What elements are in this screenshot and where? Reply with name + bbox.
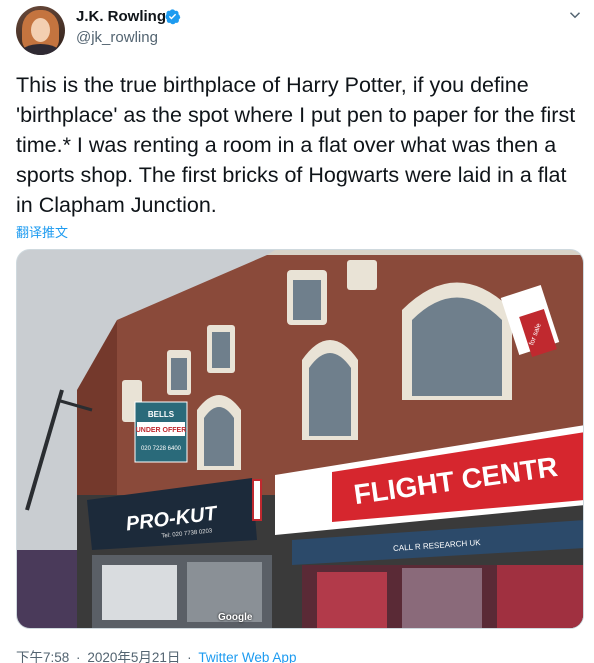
meta-separator-2: ·: [187, 650, 192, 663]
author-handle[interactable]: @jk_rowling: [76, 29, 158, 46]
bells-phone-text: 020 7228 6400: [141, 446, 182, 452]
translate-tweet-link[interactable]: 翻译推文: [16, 222, 68, 241]
street-view-image: BELLS UNDER OFFER 020 7228 6400 for sale…: [17, 250, 583, 628]
author-name[interactable]: J.K. Rowling: [76, 8, 166, 25]
verified-badge-icon: [165, 9, 181, 25]
under-offer-text: UNDER OFFER: [136, 427, 187, 434]
tweet-photo[interactable]: BELLS UNDER OFFER 020 7228 6400 for sale…: [16, 249, 584, 629]
tweet-text: This is the true birthplace of Harry Pot…: [16, 73, 576, 217]
avatar[interactable]: [16, 6, 65, 55]
tweet-time[interactable]: 下午7:58: [16, 650, 69, 663]
google-watermark: Google: [218, 612, 253, 623]
tweet-meta: 下午7:58 · 2020年5月21日 · Twitter Web App: [16, 646, 296, 663]
meta-separator: ·: [76, 650, 81, 663]
tweet-source-link[interactable]: Twitter Web App: [198, 650, 296, 663]
avatar-face: [31, 18, 50, 42]
bells-sign-title: BELLS: [148, 410, 175, 419]
tweet-date[interactable]: 2020年5月21日: [87, 650, 180, 663]
chevron-down-icon[interactable]: [566, 6, 584, 24]
